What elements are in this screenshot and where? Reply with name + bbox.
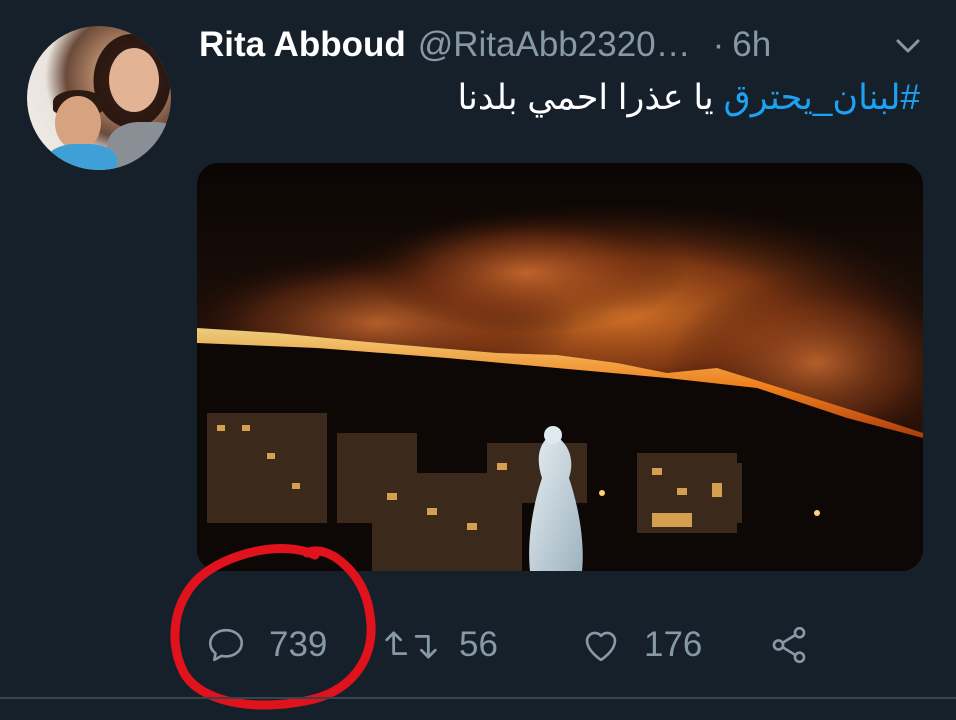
hashtag-link[interactable]: #لبنان_يحترق [724, 78, 920, 117]
divider [0, 697, 956, 699]
author-name[interactable]: Rita Abboud [199, 25, 406, 65]
tweet[interactable]: Rita Abboud @RitaAbb2320… · 6h #لبنان_يح… [0, 0, 956, 720]
tweet-text: #لبنان_يحترق يا عذرا احمي بلدنا [457, 78, 920, 118]
avatar[interactable] [27, 26, 171, 170]
heart-icon [585, 631, 617, 662]
reply-button[interactable]: 739 [205, 615, 327, 675]
chevron-down-icon[interactable] [893, 36, 923, 56]
tweet-text-body: يا عذرا احمي بلدنا [457, 78, 714, 117]
like-button[interactable]: 176 [580, 615, 702, 675]
like-count: 176 [644, 625, 703, 664]
avatar-woman-face [109, 48, 159, 112]
avatar-child-shirt [47, 144, 117, 170]
reply-count: 739 [269, 625, 328, 664]
author-handle[interactable]: @RitaAbb2320… [418, 25, 691, 65]
retweet-count: 56 [459, 625, 498, 664]
share-icon [772, 626, 806, 664]
tweet-media-image[interactable] [197, 163, 923, 571]
tweet-timestamp[interactable]: 6h [732, 25, 771, 65]
share-button[interactable] [768, 615, 810, 675]
tweet-header: Rita Abboud @RitaAbb2320… · 6h [199, 22, 771, 68]
retweet-icon [385, 631, 437, 659]
header-separator: · [712, 25, 725, 64]
avatar-child-face [55, 96, 101, 150]
reply-icon [208, 628, 244, 662]
retweet-button[interactable]: 56 [385, 615, 498, 675]
wildfire-night-photo [197, 163, 923, 571]
tweet-actions: 739 56 176 [0, 615, 956, 675]
